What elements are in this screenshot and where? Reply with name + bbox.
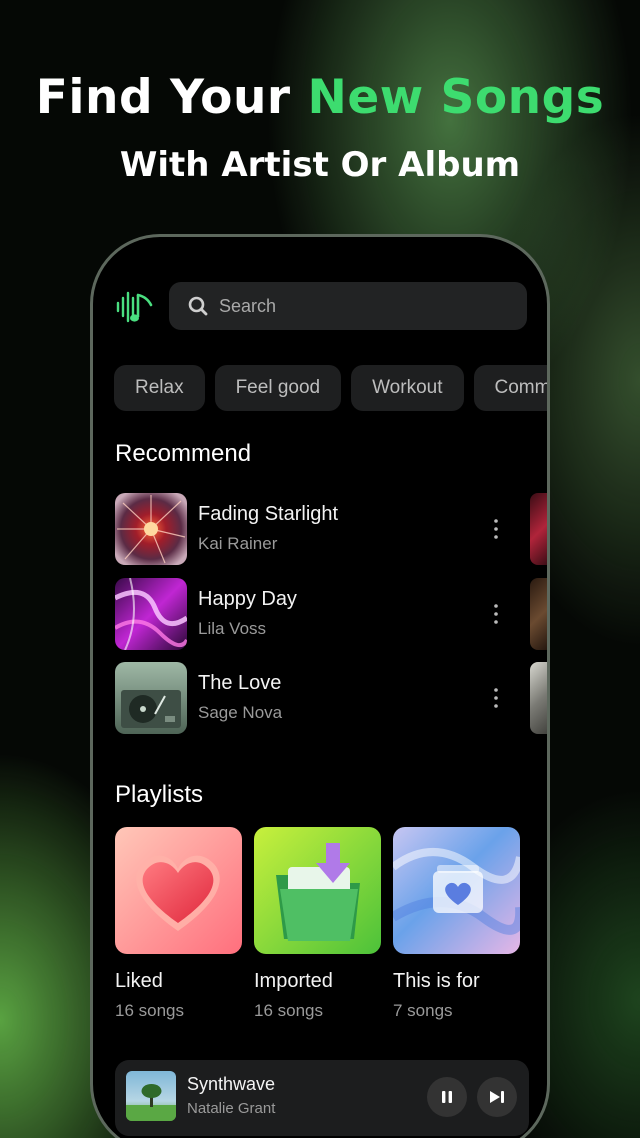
search-input[interactable] [219, 295, 479, 317]
playlist-name: Imported [254, 970, 333, 992]
playlist-count: 7 songs [393, 1001, 453, 1020]
promo-subline: With Artist Or Album [119, 145, 521, 185]
playlist-count: 16 songs [115, 1001, 184, 1020]
song-artist: Sage Nova [198, 703, 283, 722]
phone-frame: Relax Feel good Workout Comm Recommend [90, 234, 550, 1138]
next-page-cover[interactable] [530, 578, 547, 650]
next-page-cover[interactable] [530, 662, 547, 734]
playlist-name: Liked [115, 970, 163, 992]
playlist-name: This is for [393, 970, 480, 992]
song-cover [115, 662, 187, 734]
skip-next-icon [490, 1091, 504, 1103]
search-icon [188, 296, 208, 316]
now-playing-title: Synthwave [187, 1074, 276, 1094]
headline-accent: New Songs [307, 70, 605, 125]
more-vertical-icon[interactable] [487, 600, 505, 628]
playlist-count: 16 songs [254, 1001, 323, 1020]
song-row[interactable]: The Love Sage Nova [115, 662, 535, 734]
song-title: Happy Day [198, 588, 297, 610]
more-vertical-icon[interactable] [487, 684, 505, 712]
app-screen: Relax Feel good Workout Comm Recommend [93, 237, 547, 1138]
genre-chips: Relax Feel good Workout Comm [114, 365, 547, 411]
song-title: The Love [198, 672, 282, 694]
chip-feel-good[interactable]: Feel good [214, 365, 342, 411]
now-playing-artist: Natalie Grant [187, 1100, 276, 1117]
now-playing-bar[interactable]: Synthwave Natalie Grant [115, 1060, 529, 1136]
pause-icon [442, 1091, 452, 1103]
song-cover [115, 493, 187, 565]
now-playing-cover [126, 1071, 176, 1121]
song-cover [115, 578, 187, 650]
promo-headline: Find Your New Songs [0, 70, 640, 125]
pause-button[interactable] [427, 1077, 467, 1117]
heart-folder-icon [393, 827, 520, 954]
song-artist: Lila Voss [198, 619, 267, 638]
chip-workout[interactable]: Workout [351, 365, 464, 411]
chip-relax[interactable]: Relax [114, 365, 205, 411]
search-bar[interactable] [169, 282, 527, 330]
headline-text: Find Your [35, 70, 308, 125]
playlist-card[interactable]: Imported 16 songs [254, 827, 381, 1021]
chip-comm[interactable]: Comm [473, 365, 547, 411]
playlist-card[interactable]: Liked 16 songs [115, 827, 242, 1021]
song-row[interactable]: Happy Day Lila Voss [115, 578, 535, 650]
song-artist: Kai Rainer [198, 534, 278, 553]
playlists-row: Liked 16 songs Imported 16 songs This is… [115, 827, 520, 1021]
playlist-card[interactable]: This is for 7 songs [393, 827, 520, 1021]
more-vertical-icon[interactable] [487, 515, 505, 543]
music-wave-note-icon[interactable] [115, 287, 155, 327]
next-button[interactable] [477, 1077, 517, 1117]
heart-icon [115, 827, 242, 954]
folder-download-icon [254, 827, 381, 954]
song-title: Fading Starlight [198, 503, 339, 525]
recommend-title: Recommend [115, 440, 252, 467]
next-page-cover[interactable] [530, 493, 547, 565]
song-row[interactable]: Fading Starlight Kai Rainer [115, 493, 535, 565]
playlists-title: Playlists [115, 781, 204, 808]
